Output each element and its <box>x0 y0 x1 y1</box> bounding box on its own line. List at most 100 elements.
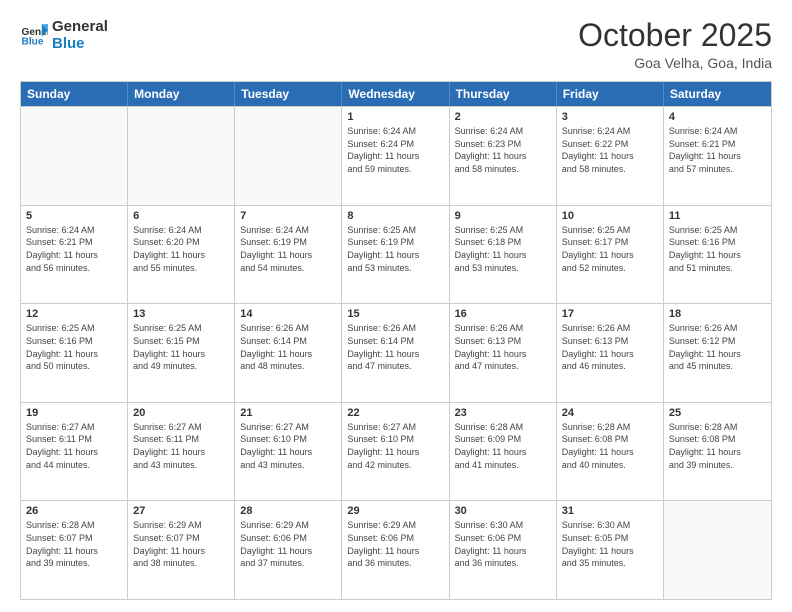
day-info: Sunrise: 6:26 AM Sunset: 6:12 PM Dayligh… <box>669 322 766 372</box>
day-info: Sunrise: 6:27 AM Sunset: 6:11 PM Dayligh… <box>133 421 229 471</box>
day-info: Sunrise: 6:30 AM Sunset: 6:05 PM Dayligh… <box>562 519 658 569</box>
calendar-day-14: 14 Sunrise: 6:26 AM Sunset: 6:14 PM Dayli… <box>235 304 342 402</box>
day-info: Sunrise: 6:25 AM Sunset: 6:17 PM Dayligh… <box>562 224 658 274</box>
day-number: 17 <box>562 308 658 320</box>
day-number: 5 <box>26 210 122 222</box>
calendar-day-empty-0-2 <box>235 107 342 205</box>
weekday-header-tuesday: Tuesday <box>235 82 342 106</box>
day-info: Sunrise: 6:24 AM Sunset: 6:19 PM Dayligh… <box>240 224 336 274</box>
header: General Blue General Blue October 2025 G… <box>20 18 772 71</box>
calendar-body: 1Sunrise: 6:24 AM Sunset: 6:24 PM Daylig… <box>21 106 771 599</box>
day-number: 16 <box>455 308 551 320</box>
calendar-day-empty-0-1 <box>128 107 235 205</box>
calendar-day-12: 12Sunrise: 6:25 AM Sunset: 6:16 PM Dayli… <box>21 304 128 402</box>
day-info: Sunrise: 6:24 AM Sunset: 6:21 PM Dayligh… <box>26 224 122 274</box>
calendar-day-15: 15Sunrise: 6:26 AM Sunset: 6:14 PM Dayli… <box>342 304 449 402</box>
calendar-day-21: 21Sunrise: 6:27 AM Sunset: 6:10 PM Dayli… <box>235 403 342 501</box>
calendar-day-2: 2Sunrise: 6:24 AM Sunset: 6:23 PM Daylig… <box>450 107 557 205</box>
day-info: Sunrise: 6:26 AM Sunset: 6:14 PM Dayligh… <box>347 322 443 372</box>
calendar-week-1: 1Sunrise: 6:24 AM Sunset: 6:24 PM Daylig… <box>21 106 771 205</box>
calendar-day-31: 31 Sunrise: 6:30 AM Sunset: 6:05 PM Dayli… <box>557 501 664 599</box>
day-number: 27 <box>133 505 229 517</box>
day-info: Sunrise: 6:26 AM Sunset: 6:13 PM Dayligh… <box>562 322 658 372</box>
weekday-header-monday: Monday <box>128 82 235 106</box>
calendar-day-28: 28 Sunrise: 6:29 AM Sunset: 6:06 PM Dayli… <box>235 501 342 599</box>
day-number: 22 <box>347 407 443 419</box>
calendar-week-2: 5 Sunrise: 6:24 AM Sunset: 6:21 PM Daylig… <box>21 205 771 304</box>
day-info: Sunrise: 6:24 AM Sunset: 6:21 PM Dayligh… <box>669 125 766 175</box>
calendar-day-8: 8 Sunrise: 6:25 AM Sunset: 6:19 PM Daylig… <box>342 206 449 304</box>
day-number: 7 <box>240 210 336 222</box>
calendar-day-29: 29 Sunrise: 6:29 AM Sunset: 6:06 PM Dayli… <box>342 501 449 599</box>
title-block: October 2025 Goa Velha, Goa, India <box>578 18 772 71</box>
day-number: 14 <box>240 308 336 320</box>
month-title: October 2025 <box>578 18 772 53</box>
calendar-day-empty-4-6 <box>664 501 771 599</box>
calendar-day-27: 27 Sunrise: 6:29 AM Sunset: 6:07 PM Dayli… <box>128 501 235 599</box>
calendar-day-9: 9 Sunrise: 6:25 AM Sunset: 6:18 PM Daylig… <box>450 206 557 304</box>
calendar-day-24: 24 Sunrise: 6:28 AM Sunset: 6:08 PM Dayli… <box>557 403 664 501</box>
day-info: Sunrise: 6:25 AM Sunset: 6:15 PM Dayligh… <box>133 322 229 372</box>
location: Goa Velha, Goa, India <box>578 55 772 71</box>
calendar-day-1: 1Sunrise: 6:24 AM Sunset: 6:24 PM Daylig… <box>342 107 449 205</box>
day-info: Sunrise: 6:27 AM Sunset: 6:10 PM Dayligh… <box>240 421 336 471</box>
page: General Blue General Blue October 2025 G… <box>0 0 792 612</box>
day-number: 2 <box>455 111 551 123</box>
calendar-day-18: 18Sunrise: 6:26 AM Sunset: 6:12 PM Dayli… <box>664 304 771 402</box>
day-number: 26 <box>26 505 122 517</box>
svg-text:Blue: Blue <box>22 37 44 48</box>
day-info: Sunrise: 6:29 AM Sunset: 6:06 PM Dayligh… <box>347 519 443 569</box>
day-number: 29 <box>347 505 443 517</box>
day-number: 10 <box>562 210 658 222</box>
day-info: Sunrise: 6:25 AM Sunset: 6:18 PM Dayligh… <box>455 224 551 274</box>
day-info: Sunrise: 6:24 AM Sunset: 6:24 PM Dayligh… <box>347 125 443 175</box>
calendar-day-empty-0-0 <box>21 107 128 205</box>
day-info: Sunrise: 6:28 AM Sunset: 6:07 PM Dayligh… <box>26 519 122 569</box>
day-info: Sunrise: 6:27 AM Sunset: 6:11 PM Dayligh… <box>26 421 122 471</box>
calendar-day-11: 11 Sunrise: 6:25 AM Sunset: 6:16 PM Dayli… <box>664 206 771 304</box>
calendar-day-7: 7 Sunrise: 6:24 AM Sunset: 6:19 PM Daylig… <box>235 206 342 304</box>
day-number: 11 <box>669 210 766 222</box>
day-info: Sunrise: 6:30 AM Sunset: 6:06 PM Dayligh… <box>455 519 551 569</box>
day-info: Sunrise: 6:24 AM Sunset: 6:20 PM Dayligh… <box>133 224 229 274</box>
day-number: 25 <box>669 407 766 419</box>
day-info: Sunrise: 6:26 AM Sunset: 6:14 PM Dayligh… <box>240 322 336 372</box>
calendar-day-5: 5 Sunrise: 6:24 AM Sunset: 6:21 PM Daylig… <box>21 206 128 304</box>
day-number: 28 <box>240 505 336 517</box>
calendar-header-row: SundayMondayTuesdayWednesdayThursdayFrid… <box>21 82 771 106</box>
day-number: 9 <box>455 210 551 222</box>
day-info: Sunrise: 6:28 AM Sunset: 6:08 PM Dayligh… <box>562 421 658 471</box>
day-number: 19 <box>26 407 122 419</box>
day-number: 24 <box>562 407 658 419</box>
day-number: 4 <box>669 111 766 123</box>
day-info: Sunrise: 6:28 AM Sunset: 6:08 PM Dayligh… <box>669 421 766 471</box>
calendar-day-10: 10 Sunrise: 6:25 AM Sunset: 6:17 PM Dayli… <box>557 206 664 304</box>
day-number: 6 <box>133 210 229 222</box>
calendar-day-4: 4 Sunrise: 6:24 AM Sunset: 6:21 PM Daylig… <box>664 107 771 205</box>
day-info: Sunrise: 6:25 AM Sunset: 6:16 PM Dayligh… <box>669 224 766 274</box>
day-info: Sunrise: 6:29 AM Sunset: 6:07 PM Dayligh… <box>133 519 229 569</box>
calendar: SundayMondayTuesdayWednesdayThursdayFrid… <box>20 81 772 600</box>
day-number: 8 <box>347 210 443 222</box>
calendar-day-13: 13Sunrise: 6:25 AM Sunset: 6:15 PM Dayli… <box>128 304 235 402</box>
day-number: 20 <box>133 407 229 419</box>
calendar-week-5: 26 Sunrise: 6:28 AM Sunset: 6:07 PM Dayli… <box>21 500 771 599</box>
calendar-week-3: 12Sunrise: 6:25 AM Sunset: 6:16 PM Dayli… <box>21 303 771 402</box>
logo-general: General <box>52 18 108 35</box>
weekday-header-sunday: Sunday <box>21 82 128 106</box>
weekday-header-wednesday: Wednesday <box>342 82 449 106</box>
day-number: 12 <box>26 308 122 320</box>
calendar-day-6: 6 Sunrise: 6:24 AM Sunset: 6:20 PM Daylig… <box>128 206 235 304</box>
day-number: 31 <box>562 505 658 517</box>
calendar-day-3: 3 Sunrise: 6:24 AM Sunset: 6:22 PM Daylig… <box>557 107 664 205</box>
day-info: Sunrise: 6:29 AM Sunset: 6:06 PM Dayligh… <box>240 519 336 569</box>
day-info: Sunrise: 6:24 AM Sunset: 6:22 PM Dayligh… <box>562 125 658 175</box>
day-number: 23 <box>455 407 551 419</box>
calendar-day-19: 19 Sunrise: 6:27 AM Sunset: 6:11 PM Dayli… <box>21 403 128 501</box>
calendar-day-16: 16Sunrise: 6:26 AM Sunset: 6:13 PM Dayli… <box>450 304 557 402</box>
day-info: Sunrise: 6:25 AM Sunset: 6:19 PM Dayligh… <box>347 224 443 274</box>
calendar-day-26: 26 Sunrise: 6:28 AM Sunset: 6:07 PM Dayli… <box>21 501 128 599</box>
calendar-day-25: 25 Sunrise: 6:28 AM Sunset: 6:08 PM Dayli… <box>664 403 771 501</box>
logo-icon: General Blue <box>20 21 48 49</box>
day-number: 3 <box>562 111 658 123</box>
